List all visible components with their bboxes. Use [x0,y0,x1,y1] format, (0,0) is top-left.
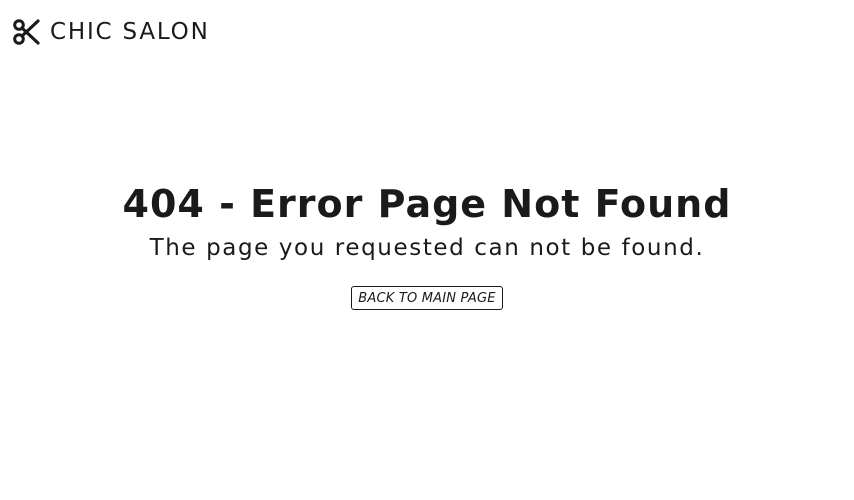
brand-logo-link[interactable]: CHIC SALON [12,17,210,47]
error-title: 404 - Error Page Not Found [122,182,732,226]
error-content: 404 - Error Page Not Found The page you … [0,178,854,310]
button-container: BACK TO MAIN PAGE [0,286,854,310]
error-message: The page you requested can not be found. [149,235,705,261]
scissors-icon [12,18,40,46]
back-to-main-page-button[interactable]: BACK TO MAIN PAGE [351,286,503,310]
brand-name: CHIC SALON [50,19,210,45]
